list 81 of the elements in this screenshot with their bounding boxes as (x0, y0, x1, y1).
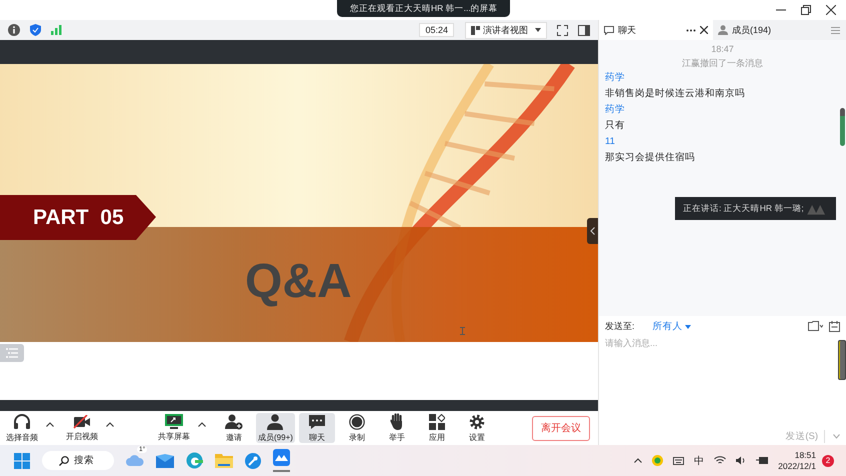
chat-icon (308, 414, 326, 430)
volume-icon[interactable] (736, 456, 746, 465)
layout-icon (471, 26, 480, 34)
banner-text: 您正在观看正大天晴HR 韩一...的屏幕 (350, 2, 498, 14)
camera-off-icon (73, 414, 91, 428)
message-text: 只有 (605, 119, 626, 133)
person-icon (718, 25, 728, 35)
person-icon (267, 414, 284, 430)
message-text: 非销售岗是时候连云港和南京吗 (605, 87, 746, 101)
recipient-dropdown[interactable]: 所有人 (640, 320, 692, 332)
wifi-icon[interactable] (714, 456, 726, 465)
more-icon[interactable] (686, 28, 696, 32)
notification-badge[interactable]: 2 (822, 454, 834, 466)
taskbar-search[interactable]: 搜索 (42, 451, 114, 470)
toolbar-button[interactable]: 选择音频 (4, 413, 40, 443)
toolbar-button[interactable]: 应用 (418, 413, 455, 443)
recall-notice: 江赢撤回了一条消息 (681, 57, 764, 70)
message-time: 18:47 (710, 43, 735, 56)
battery-plug-icon[interactable] (756, 456, 768, 465)
restore-icon[interactable] (801, 5, 811, 15)
raised-hand-icon (390, 413, 404, 430)
input-method-indicator[interactable]: 中 (694, 454, 704, 468)
sidebar-toggle-icon[interactable] (578, 24, 590, 36)
apps-icon (428, 414, 445, 430)
shield-icon[interactable] (30, 24, 41, 36)
slide-title: Q&A (245, 254, 352, 309)
close-icon[interactable] (700, 26, 708, 34)
toolbar-button[interactable]: 开启视频 (64, 413, 100, 443)
panel-tab[interactable]: 聊天 (599, 20, 713, 40)
settings-icon (468, 414, 485, 430)
mail-icon[interactable] (156, 454, 174, 468)
text-cursor-icon (460, 327, 465, 335)
dropdown-arrow-icon (685, 324, 692, 328)
record-icon (348, 414, 365, 430)
windows-start-icon[interactable] (14, 452, 30, 468)
caret-up-icon[interactable] (198, 422, 206, 426)
part-label: PART 05 (33, 206, 124, 230)
keyboard-icon[interactable] (673, 456, 684, 464)
message-sender: 药学 (605, 71, 626, 85)
chevron-up-icon[interactable] (634, 458, 642, 463)
chevron-left-icon (590, 227, 595, 235)
fullscreen-icon[interactable] (557, 24, 568, 36)
meeting-app-icon[interactable] (273, 449, 290, 466)
add-person-icon (225, 414, 243, 430)
share-screen-icon (165, 414, 183, 429)
toolbar-button[interactable]: 邀请 (216, 413, 252, 443)
toolbar-button[interactable]: 聊天 (298, 413, 335, 443)
speaking-text: 正在讲话: 正大天晴HR 韩一璐; (683, 202, 804, 214)
send-to-label: 发送至: (605, 320, 635, 332)
toolbar-button[interactable]: 共享屏幕 (156, 413, 192, 443)
folder-icon[interactable] (215, 453, 233, 468)
folder-icon[interactable] (808, 321, 823, 331)
message-text: 那实习会提供住宿吗 (605, 151, 696, 165)
toolbar-button[interactable]: 成员(99+) (256, 413, 295, 443)
clock-time[interactable]: 18:51 (794, 450, 816, 460)
wrench-app-icon[interactable] (245, 452, 261, 468)
collapse-panel-button[interactable] (587, 218, 598, 244)
caret-up-icon[interactable] (46, 422, 54, 426)
chat-icon (604, 26, 614, 34)
volume-meter (838, 340, 846, 380)
list-icon (6, 348, 18, 358)
search-icon (59, 456, 69, 466)
browser-icon[interactable] (186, 452, 203, 469)
caret-up-icon[interactable] (106, 422, 114, 426)
toolbar-button[interactable]: 设置 (458, 413, 495, 443)
clock-date[interactable]: 2022/12/1 (778, 460, 816, 472)
leave-meeting-button[interactable]: 离开会议 (532, 416, 590, 440)
tray-app-icon[interactable] (652, 455, 664, 466)
toolbar-button[interactable]: 举手 (378, 413, 415, 443)
dropdown-arrow-icon (535, 28, 541, 32)
info-icon[interactable] (8, 24, 20, 36)
message-sender: 11 (605, 135, 616, 149)
message-sender: 药学 (605, 103, 626, 117)
view-dropdown[interactable]: 演讲者视图 (465, 22, 547, 38)
close-icon[interactable] (826, 5, 836, 15)
headset-icon (13, 414, 31, 430)
meeting-timer: 05:24 (419, 23, 454, 37)
menu-icon[interactable] (831, 26, 840, 34)
calendar-icon[interactable] (829, 320, 840, 332)
toolbar-button[interactable]: 录制 (338, 413, 375, 443)
scrollbar-thumb[interactable] (840, 108, 845, 146)
